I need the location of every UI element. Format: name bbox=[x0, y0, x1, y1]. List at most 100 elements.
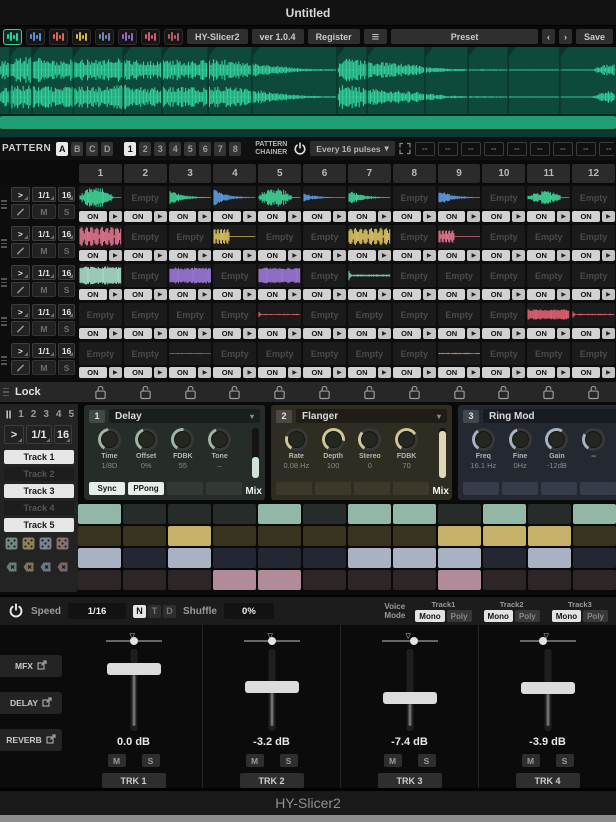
clear-x-icon-4[interactable] bbox=[56, 560, 69, 578]
send-button-reverb[interactable]: REVERB bbox=[0, 729, 62, 751]
slice-play-button[interactable]: ▶ bbox=[198, 211, 212, 222]
seq-step-r4c3[interactable] bbox=[168, 570, 211, 590]
volume-fader[interactable] bbox=[242, 648, 302, 732]
mute-button[interactable]: M bbox=[31, 321, 57, 336]
slice-play-button[interactable]: ▶ bbox=[422, 211, 436, 222]
seq-step-r1c7[interactable] bbox=[348, 504, 391, 524]
slice-on-button[interactable]: ON bbox=[168, 211, 197, 222]
solo-button[interactable]: S bbox=[58, 360, 75, 375]
slice-on-button[interactable]: ON bbox=[347, 328, 376, 339]
fx-type-selector[interactable]: Ring Mod▾ bbox=[483, 409, 616, 423]
slice-waveform-thumb[interactable] bbox=[527, 186, 571, 209]
solo-button[interactable]: S bbox=[58, 204, 75, 219]
slice-waveform-thumb[interactable]: Empty bbox=[168, 303, 212, 326]
seq-step-r4c10[interactable] bbox=[483, 570, 526, 590]
pencil-edit-button[interactable] bbox=[11, 243, 30, 258]
slice-play-button[interactable]: ▶ bbox=[512, 367, 526, 378]
fader-handle[interactable] bbox=[244, 680, 299, 693]
slice-play-button[interactable]: ▶ bbox=[512, 328, 526, 339]
slice-on-button[interactable]: ON bbox=[347, 367, 376, 378]
lock-cell-8[interactable] bbox=[392, 384, 437, 400]
lock-cell-9[interactable] bbox=[437, 384, 482, 400]
plugin-name-button[interactable]: HY-Slicer2 bbox=[187, 29, 248, 44]
slice-waveform-thumb[interactable] bbox=[347, 186, 391, 209]
slice-on-button[interactable]: ON bbox=[79, 250, 107, 261]
slice-waveform-thumb[interactable]: Empty bbox=[527, 225, 571, 248]
slice-on-button[interactable]: ON bbox=[258, 367, 287, 378]
seq-step-r2c4[interactable] bbox=[213, 526, 256, 546]
seq-step-r1c11[interactable] bbox=[528, 504, 571, 524]
slice-waveform-thumb[interactable]: Empty bbox=[123, 303, 167, 326]
chain-slot-8[interactable]: -- bbox=[575, 141, 596, 156]
slice-play-button[interactable]: ▶ bbox=[601, 289, 615, 300]
mute-button[interactable]: M bbox=[31, 360, 57, 375]
rate-button[interactable]: 1/1 bbox=[31, 265, 57, 280]
seq-step-r3c10[interactable] bbox=[483, 548, 526, 568]
seq-step-r3c1[interactable] bbox=[78, 548, 121, 568]
slice-waveform-thumb[interactable]: Empty bbox=[527, 342, 571, 365]
seq-step-r4c11[interactable] bbox=[528, 570, 571, 590]
pattern-slot-3[interactable]: 3 bbox=[154, 141, 167, 156]
slice-on-button[interactable]: ON bbox=[482, 250, 511, 261]
slice-play-button[interactable]: ▶ bbox=[467, 367, 481, 378]
slice-on-button[interactable]: ON bbox=[79, 289, 107, 300]
pattern-slot-6[interactable]: 6 bbox=[199, 141, 212, 156]
expand-button[interactable]: > bbox=[4, 425, 24, 444]
slice-play-button[interactable]: ▶ bbox=[288, 250, 302, 261]
slice-waveform-thumb[interactable]: Empty bbox=[482, 264, 526, 287]
slice-on-button[interactable]: ON bbox=[213, 211, 242, 222]
slice-waveform-thumb[interactable] bbox=[168, 186, 212, 209]
slice-play-button[interactable]: ▶ bbox=[332, 211, 346, 222]
seq-step-r1c9[interactable] bbox=[438, 504, 481, 524]
save-button[interactable]: Save bbox=[575, 29, 613, 44]
slice-on-button[interactable]: ON bbox=[572, 328, 600, 339]
slice-play-button[interactable]: ▶ bbox=[153, 367, 167, 378]
slice-waveform-thumb[interactable] bbox=[527, 303, 571, 326]
slice-waveform-thumb[interactable]: Empty bbox=[572, 186, 615, 209]
seq-step-r1c8[interactable] bbox=[393, 504, 436, 524]
chainer-power-icon[interactable] bbox=[293, 141, 307, 156]
slice-play-button[interactable]: ▶ bbox=[108, 250, 122, 261]
steps-button[interactable]: 16 bbox=[58, 304, 75, 319]
slice-play-button[interactable]: ▶ bbox=[332, 367, 346, 378]
channel-mute-button[interactable]: M bbox=[107, 754, 126, 768]
pencil-edit-button[interactable] bbox=[11, 360, 30, 375]
slice-play-button[interactable]: ▶ bbox=[512, 289, 526, 300]
slice-waveform-thumb[interactable]: Empty bbox=[123, 264, 167, 287]
expand-button[interactable]: > bbox=[11, 265, 30, 280]
clear-x-icon-3[interactable] bbox=[39, 560, 52, 578]
pencil-edit-button[interactable] bbox=[11, 321, 30, 336]
fx-empty-slot[interactable] bbox=[276, 482, 312, 495]
fx-empty-slot[interactable] bbox=[463, 482, 499, 495]
lock-cell-12[interactable] bbox=[571, 384, 616, 400]
pencil-edit-button[interactable] bbox=[11, 204, 30, 219]
slice-on-button[interactable]: ON bbox=[527, 211, 556, 222]
chain-range-brackets-icon[interactable] bbox=[398, 141, 412, 156]
slice-on-button[interactable]: ON bbox=[527, 250, 556, 261]
mute-button[interactable]: M bbox=[31, 282, 57, 297]
lock-cell-4[interactable] bbox=[212, 384, 257, 400]
solo-button[interactable]: S bbox=[58, 321, 75, 336]
division-button-d[interactable]: D bbox=[163, 604, 177, 618]
division-button-n[interactable]: N bbox=[133, 604, 147, 618]
seq-step-r3c5[interactable] bbox=[258, 548, 301, 568]
slice-waveform-thumb[interactable]: Empty bbox=[258, 225, 302, 248]
slice-play-button[interactable]: ▶ bbox=[332, 250, 346, 261]
slice-waveform-thumb[interactable] bbox=[168, 342, 212, 365]
steps-button[interactable]: 16 bbox=[54, 425, 72, 444]
slice-on-button[interactable]: ON bbox=[437, 211, 466, 222]
slice-waveform-thumb[interactable]: Empty bbox=[123, 225, 167, 248]
clear-x-icon-2[interactable] bbox=[22, 560, 35, 578]
slice-on-button[interactable]: ON bbox=[527, 289, 556, 300]
slice-waveform-thumb[interactable] bbox=[79, 225, 122, 248]
steps-button[interactable]: 16 bbox=[58, 265, 75, 280]
seq-step-r2c6[interactable] bbox=[303, 526, 346, 546]
fx-mix-slider[interactable] bbox=[439, 428, 446, 478]
channel-name-button[interactable]: TRK 4 bbox=[515, 773, 580, 788]
slice-on-button[interactable]: ON bbox=[572, 289, 600, 300]
knob-control[interactable] bbox=[97, 428, 121, 451]
slice-on-button[interactable]: ON bbox=[482, 211, 511, 222]
seq-step-r3c12[interactable] bbox=[573, 548, 616, 568]
slice-on-button[interactable]: ON bbox=[168, 328, 197, 339]
slice-waveform-thumb[interactable]: Empty bbox=[258, 342, 302, 365]
